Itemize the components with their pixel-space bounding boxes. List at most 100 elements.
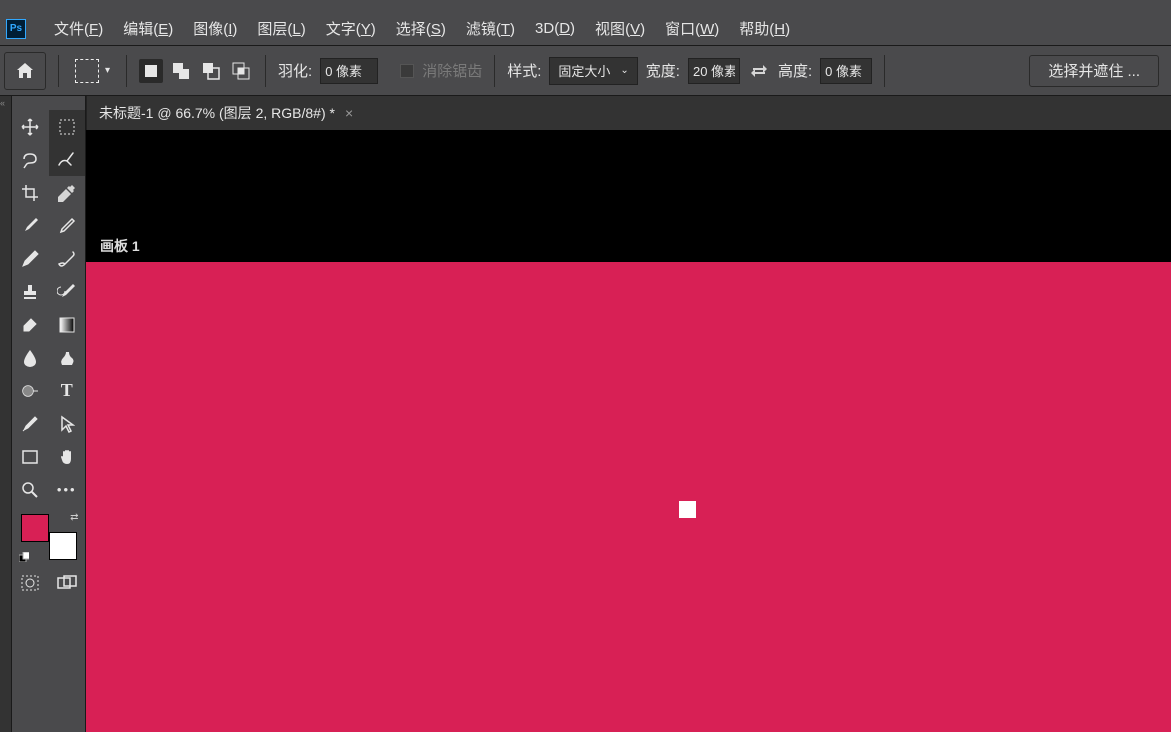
quick-select-icon — [57, 151, 77, 169]
panel-collapse-strip[interactable]: « — [0, 96, 12, 732]
brush-tool[interactable] — [12, 209, 49, 242]
antialias-checkbox — [400, 64, 414, 78]
menu-image[interactable]: 图像(I) — [183, 14, 247, 43]
main-area: « — [0, 96, 1171, 732]
dodge-tool[interactable] — [12, 374, 49, 407]
quick-mask-icon — [21, 575, 39, 591]
eyedropper-tool[interactable] — [49, 176, 86, 209]
move-tool[interactable] — [12, 110, 49, 143]
close-tab-icon[interactable]: × — [345, 105, 353, 121]
feather-label: 羽化: — [278, 60, 312, 81]
canvas-area[interactable]: 画板 1 — [86, 130, 1171, 732]
default-colors-icon[interactable] — [19, 552, 29, 562]
pencil-icon — [58, 217, 76, 235]
hand-tool[interactable] — [49, 440, 86, 473]
hand-icon — [58, 448, 76, 466]
menu-file[interactable]: 文件(F) — [44, 14, 113, 43]
menu-filter[interactable]: 滤镜(T) — [456, 14, 525, 43]
blur-icon — [22, 349, 38, 367]
foreground-color-swatch[interactable] — [21, 514, 49, 542]
canvas[interactable] — [86, 262, 1171, 732]
type-icon: T — [61, 380, 73, 401]
lasso-icon — [21, 151, 39, 169]
toolbox: T ••• ⇄ — [12, 96, 86, 732]
clone-stamp-tool[interactable] — [49, 242, 86, 275]
smudge-icon — [58, 349, 76, 367]
menu-3d[interactable]: 3D(D) — [525, 16, 585, 41]
quick-mask-tool[interactable] — [12, 566, 49, 599]
healing-tool[interactable] — [12, 242, 49, 275]
quick-select-tool[interactable] — [49, 143, 86, 176]
rectangle-tool[interactable] — [12, 440, 49, 473]
divider — [58, 55, 59, 87]
menu-layer[interactable]: 图层(L) — [247, 14, 315, 43]
style-label: 样式: — [507, 60, 541, 81]
stamp-icon — [21, 283, 39, 301]
menu-type[interactable]: 文字(Y) — [316, 14, 386, 43]
selection-add-icon — [172, 62, 190, 80]
background-color-swatch[interactable] — [49, 532, 77, 560]
ps-logo-icon: Ps — [6, 19, 26, 39]
style-select[interactable]: 固定大小 ⌄ — [549, 57, 637, 85]
more-tools[interactable]: ••• — [49, 473, 86, 506]
pen-icon — [21, 415, 39, 433]
style-value: 固定大小 — [558, 61, 610, 80]
divider — [494, 55, 495, 87]
width-label: 宽度: — [646, 60, 680, 81]
crop-icon — [21, 184, 39, 202]
stamp-tool[interactable] — [12, 275, 49, 308]
crop-tool[interactable] — [12, 176, 49, 209]
selection-subtract-button[interactable] — [199, 59, 223, 83]
gradient-tool[interactable] — [49, 308, 86, 341]
home-button[interactable] — [4, 52, 46, 90]
marquee-icon — [58, 118, 76, 136]
brush-icon — [21, 217, 39, 235]
feather-input[interactable] — [320, 58, 378, 84]
swap-wh-button[interactable] — [748, 60, 770, 82]
dodge-icon — [21, 382, 39, 400]
tool-preset-selector[interactable]: ▾ — [71, 59, 114, 83]
eraser-icon — [21, 316, 39, 334]
menu-edit[interactable]: 编辑(E) — [113, 14, 183, 43]
antialias-label: 消除锯齿 — [422, 60, 482, 81]
options-bar: ▾ 羽化: 消除锯齿 样式: 固定大小 ⌄ 宽度: 高度: 选择并遮住 ... — [0, 46, 1171, 96]
eraser-tool[interactable] — [12, 308, 49, 341]
selection-add-button[interactable] — [169, 59, 193, 83]
marquee-tool[interactable] — [49, 110, 86, 143]
swap-colors-icon[interactable]: ⇄ — [70, 512, 78, 523]
artboard-label[interactable]: 画板 1 — [86, 230, 1171, 262]
swap-icon — [750, 62, 768, 80]
divider — [126, 55, 127, 87]
path-select-tool[interactable] — [49, 407, 86, 440]
divider — [265, 55, 266, 87]
menu-select[interactable]: 选择(S) — [386, 14, 456, 43]
selection-mode-group — [139, 59, 253, 83]
art-brush-icon — [57, 250, 77, 268]
width-input[interactable] — [688, 58, 740, 84]
blur-tool[interactable] — [12, 341, 49, 374]
workspace: 未标题-1 @ 66.7% (图层 2, RGB/8#) * × 画板 1 — [86, 96, 1171, 732]
menu-help[interactable]: 帮助(H) — [729, 14, 800, 43]
height-label: 高度: — [778, 60, 812, 81]
chevron-down-icon: ⌄ — [620, 65, 628, 76]
selection-intersect-button[interactable] — [229, 59, 253, 83]
height-input[interactable] — [820, 58, 872, 84]
menu-view[interactable]: 视图(V) — [585, 14, 655, 43]
menu-window[interactable]: 窗口(W) — [655, 14, 729, 43]
smudge-tool[interactable] — [49, 341, 86, 374]
color-swatches: ⇄ — [19, 512, 79, 562]
window-top-strip — [0, 0, 1171, 12]
select-and-mask-button[interactable]: 选择并遮住 ... — [1029, 55, 1159, 87]
history-brush-tool[interactable] — [49, 275, 86, 308]
type-tool[interactable]: T — [49, 374, 86, 407]
pen-tool[interactable] — [12, 407, 49, 440]
screen-mode-tool[interactable] — [49, 566, 86, 599]
pencil-tool[interactable] — [49, 209, 86, 242]
home-icon — [15, 61, 35, 81]
more-icon: ••• — [57, 482, 77, 497]
selection-new-button[interactable] — [139, 59, 163, 83]
zoom-tool[interactable] — [12, 473, 49, 506]
lasso-tool[interactable] — [12, 143, 49, 176]
divider — [884, 55, 885, 87]
document-tab[interactable]: 未标题-1 @ 66.7% (图层 2, RGB/8#) * × — [87, 96, 365, 130]
